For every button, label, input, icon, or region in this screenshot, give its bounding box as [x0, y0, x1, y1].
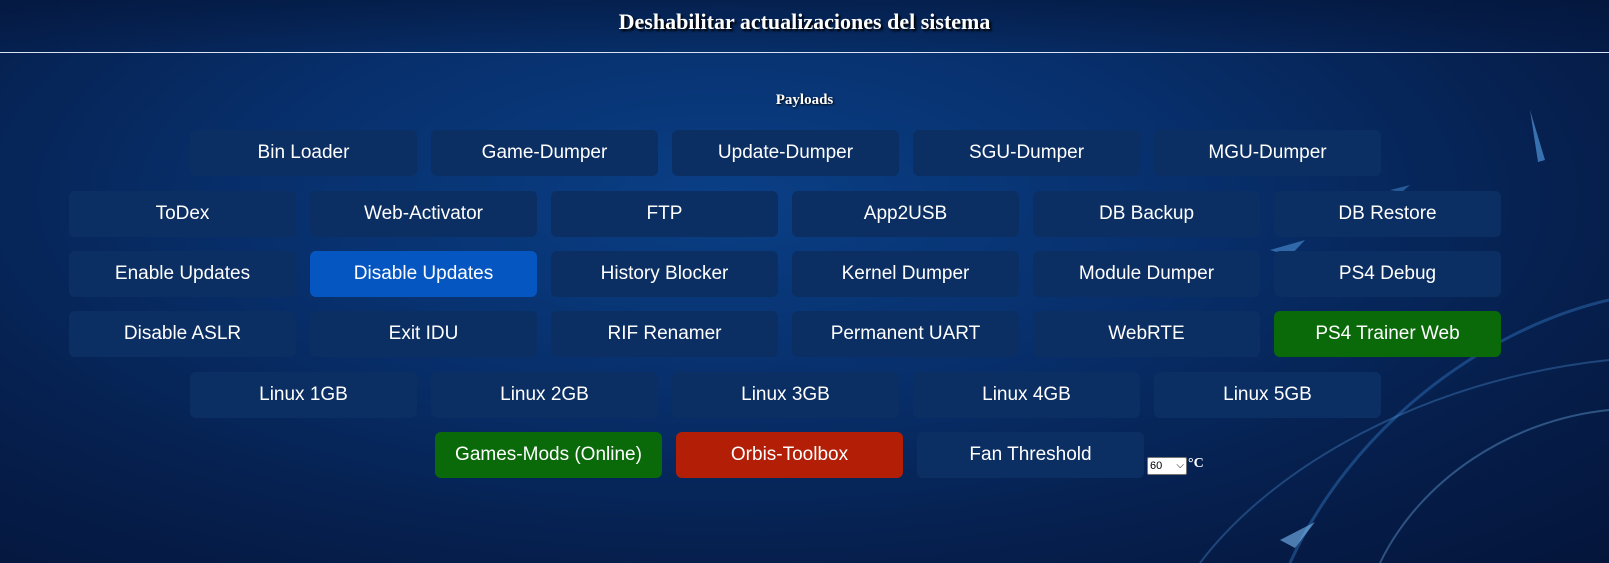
enable-updates-button[interactable]: Enable Updates — [69, 251, 296, 297]
app2usb-button[interactable]: App2USB — [792, 191, 1019, 237]
button-row: Linux 1GB Linux 2GB Linux 3GB Linux 4GB Linu… — [0, 372, 1609, 418]
button-row: Enable Updates Disable Updates History Blo… — [0, 251, 1609, 297]
linux-4gb-button[interactable]: Linux 4GB — [913, 372, 1140, 418]
game-dumper-button[interactable]: Game-Dumper — [431, 130, 658, 176]
mgu-dumper-button[interactable]: MGU-Dumper — [1154, 130, 1381, 176]
linux-5gb-button[interactable]: Linux 5GB — [1154, 372, 1381, 418]
button-row: ToDex Web-Activator FTP App2USB DB Backup DB … — [0, 191, 1609, 237]
fan-threshold-select[interactable]: 60 ⌵ — [1147, 457, 1187, 475]
temperature-unit: °C — [1188, 456, 1204, 471]
linux-2gb-button[interactable]: Linux 2GB — [431, 372, 658, 418]
rif-renamer-button[interactable]: RIF Renamer — [551, 311, 778, 357]
button-row: Disable ASLR Exit IDU RIF Renamer Permanent… — [0, 311, 1609, 357]
page-title: Deshabilitar actualizaciones del sistema — [618, 9, 991, 34]
db-restore-button[interactable]: DB Restore — [1274, 191, 1501, 237]
linux-1gb-button[interactable]: Linux 1GB — [190, 372, 417, 418]
web-activator-button[interactable]: Web-Activator — [310, 191, 537, 237]
games-mods-online-button[interactable]: Games-Mods (Online) — [435, 432, 662, 478]
ps4-trainer-web-button[interactable]: PS4 Trainer Web — [1274, 311, 1501, 357]
module-dumper-button[interactable]: Module Dumper — [1033, 251, 1260, 297]
todex-button[interactable]: ToDex — [69, 191, 296, 237]
ftp-button[interactable]: FTP — [551, 191, 778, 237]
webrte-button[interactable]: WebRTE — [1033, 311, 1260, 357]
linux-3gb-button[interactable]: Linux 3GB — [672, 372, 899, 418]
sgu-dumper-button[interactable]: SGU-Dumper — [913, 130, 1140, 176]
disable-updates-button[interactable]: Disable Updates — [310, 251, 537, 297]
button-row: Games-Mods (Online) Orbis-Toolbox Fan Thre… — [0, 432, 1609, 478]
disable-aslr-button[interactable]: Disable ASLR — [69, 311, 296, 357]
chevron-down-icon: ⌵ — [1176, 460, 1184, 471]
exit-idu-button[interactable]: Exit IDU — [310, 311, 537, 357]
section-title: Payloads — [775, 92, 834, 108]
ps4-debug-button[interactable]: PS4 Debug — [1274, 251, 1501, 297]
db-backup-button[interactable]: DB Backup — [1033, 191, 1260, 237]
orbis-toolbox-button[interactable]: Orbis-Toolbox — [676, 432, 903, 478]
button-row: Bin Loader Game-Dumper Update-Dumper SGU-Du… — [0, 130, 1609, 176]
fan-threshold-button[interactable]: Fan Threshold — [917, 432, 1144, 478]
permanent-uart-button[interactable]: Permanent UART — [792, 311, 1019, 357]
kernel-dumper-button[interactable]: Kernel Dumper — [792, 251, 1019, 297]
update-dumper-button[interactable]: Update-Dumper — [672, 130, 899, 176]
bin-loader-button[interactable]: Bin Loader — [190, 130, 417, 176]
fan-threshold-value: 60 — [1150, 460, 1163, 472]
history-blocker-button[interactable]: History Blocker — [551, 251, 778, 297]
